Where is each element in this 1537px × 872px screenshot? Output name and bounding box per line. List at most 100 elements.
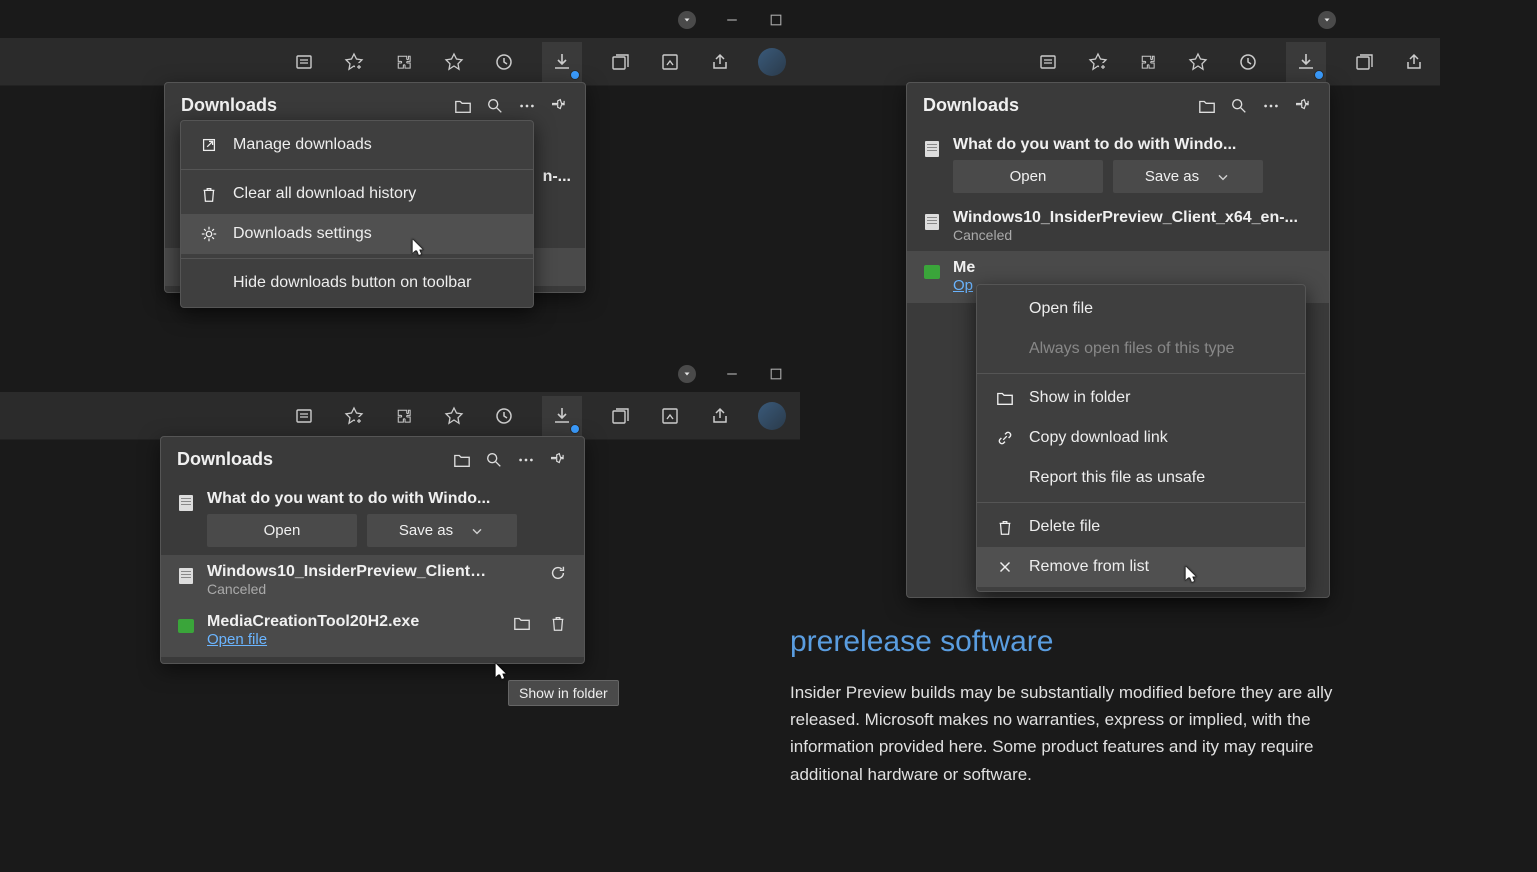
trash-icon (199, 184, 219, 204)
downloads-icon[interactable] (1286, 42, 1326, 82)
maximize-button[interactable] (768, 366, 784, 382)
more-options-icon[interactable] (517, 96, 537, 116)
share-icon[interactable] (708, 50, 732, 74)
add-favorite-icon[interactable] (342, 50, 366, 74)
pin-icon[interactable] (549, 96, 569, 116)
pin-icon[interactable] (1293, 96, 1313, 116)
downloads-title: Downloads (181, 95, 441, 116)
pin-icon[interactable] (548, 450, 568, 470)
extensions-icon[interactable] (392, 50, 416, 74)
gear-icon (199, 224, 219, 244)
history-icon[interactable] (1236, 50, 1260, 74)
maximize-button[interactable] (768, 12, 784, 28)
open-folder-icon[interactable] (453, 96, 473, 116)
extensions-icon[interactable] (1136, 50, 1160, 74)
external-icon (199, 135, 219, 155)
item-title: What do you want to do with Windo... (207, 490, 568, 508)
retry-icon[interactable] (548, 563, 568, 583)
file-icon (923, 140, 941, 158)
idm-button[interactable] (678, 365, 696, 383)
open-folder-icon[interactable] (1197, 96, 1217, 116)
download-item-prompt: What do you want to do with Windo... Ope… (907, 128, 1329, 201)
reading-view-icon[interactable] (292, 404, 316, 428)
reading-view-icon[interactable] (292, 50, 316, 74)
item-status: Canceled (953, 227, 1313, 243)
history-icon[interactable] (492, 404, 516, 428)
downloads-icon[interactable] (542, 42, 582, 82)
search-icon[interactable] (484, 450, 504, 470)
download-item-canceled[interactable]: Windows10_InsiderPreview_Client_x64 Canc… (161, 555, 584, 605)
add-favorite-icon[interactable] (1086, 50, 1110, 74)
page-heading: prerelease software (790, 625, 1370, 659)
file-icon (177, 567, 195, 585)
collections-icon[interactable] (608, 404, 632, 428)
ctx-show-in-folder[interactable]: Show in folder (977, 378, 1305, 418)
share-icon[interactable] (1402, 50, 1426, 74)
tooltip: Show in folder (508, 680, 619, 706)
share-icon[interactable] (708, 404, 732, 428)
reading-view-icon[interactable] (1036, 50, 1060, 74)
extensions-icon[interactable] (392, 404, 416, 428)
link-icon (995, 428, 1015, 448)
open-file-link[interactable]: Open file (207, 631, 267, 648)
item-title: Windows10_InsiderPreview_Client_x64_en-.… (953, 209, 1313, 227)
history-icon[interactable] (492, 50, 516, 74)
ctx-always-open: Always open files of this type (977, 329, 1305, 369)
show-in-folder-icon[interactable] (512, 613, 532, 633)
minimize-button[interactable] (724, 366, 740, 382)
download-item-completed[interactable]: MediaCreationTool20H2.exe Open file (161, 605, 584, 657)
manage-downloads-item[interactable]: Manage downloads (181, 125, 533, 165)
save-as-button[interactable]: Save as (367, 514, 517, 547)
ctx-delete-file[interactable]: Delete file (977, 507, 1305, 547)
item-title: Me (953, 259, 993, 277)
trash-icon (995, 517, 1015, 537)
downloads-icon[interactable] (542, 396, 582, 436)
collections-icon[interactable] (608, 50, 632, 74)
clear-history-item[interactable]: Clear all download history (181, 174, 533, 214)
page-body-text: Insider Preview builds may be substantia… (790, 679, 1370, 788)
downloads-title: Downloads (923, 95, 1185, 116)
save-as-button[interactable]: Save as (1113, 160, 1263, 193)
ctx-copy-link[interactable]: Copy download link (977, 418, 1305, 458)
profile-avatar[interactable] (758, 402, 786, 430)
idm-button[interactable] (1318, 11, 1336, 29)
ctx-remove-from-list[interactable]: Remove from list (977, 547, 1305, 587)
file-icon (923, 213, 941, 231)
idm-button[interactable] (678, 11, 696, 29)
delete-icon[interactable] (548, 613, 568, 633)
more-options-icon[interactable] (516, 450, 536, 470)
favorites-icon[interactable] (1186, 50, 1210, 74)
screenshot-icon[interactable] (658, 404, 682, 428)
close-icon (995, 557, 1015, 577)
downloads-settings-item[interactable]: Downloads settings (181, 214, 533, 254)
open-file-link[interactable]: Op (953, 277, 973, 294)
search-icon[interactable] (485, 96, 505, 116)
favorites-icon[interactable] (442, 50, 466, 74)
search-icon[interactable] (1229, 96, 1249, 116)
item-title: What do you want to do with Windo... (953, 136, 1313, 154)
profile-avatar[interactable] (758, 48, 786, 76)
item-title: Windows10_InsiderPreview_Client_x64 (207, 563, 487, 581)
add-favorite-icon[interactable] (342, 404, 366, 428)
open-button[interactable]: Open (953, 160, 1103, 193)
file-icon (177, 494, 195, 512)
item-status: Canceled (207, 581, 487, 597)
more-options-icon[interactable] (1261, 96, 1281, 116)
collections-icon[interactable] (1352, 50, 1376, 74)
exe-icon (923, 263, 941, 281)
minimize-button[interactable] (724, 12, 740, 28)
open-button[interactable]: Open (207, 514, 357, 547)
item-title-partial: n-... (543, 168, 571, 186)
exe-icon (177, 617, 195, 635)
download-item-canceled[interactable]: Windows10_InsiderPreview_Client_x64_en-.… (907, 201, 1329, 251)
hide-button-item[interactable]: Hide downloads button on toolbar (181, 263, 533, 303)
item-title: MediaCreationTool20H2.exe (207, 613, 447, 631)
folder-icon (995, 388, 1015, 408)
ctx-open-file[interactable]: Open file (977, 289, 1305, 329)
favorites-icon[interactable] (442, 404, 466, 428)
open-folder-icon[interactable] (452, 450, 472, 470)
screenshot-icon[interactable] (658, 50, 682, 74)
download-item-prompt: What do you want to do with Windo... Ope… (161, 482, 584, 555)
downloads-title: Downloads (177, 449, 440, 470)
ctx-report-unsafe[interactable]: Report this file as unsafe (977, 458, 1305, 498)
